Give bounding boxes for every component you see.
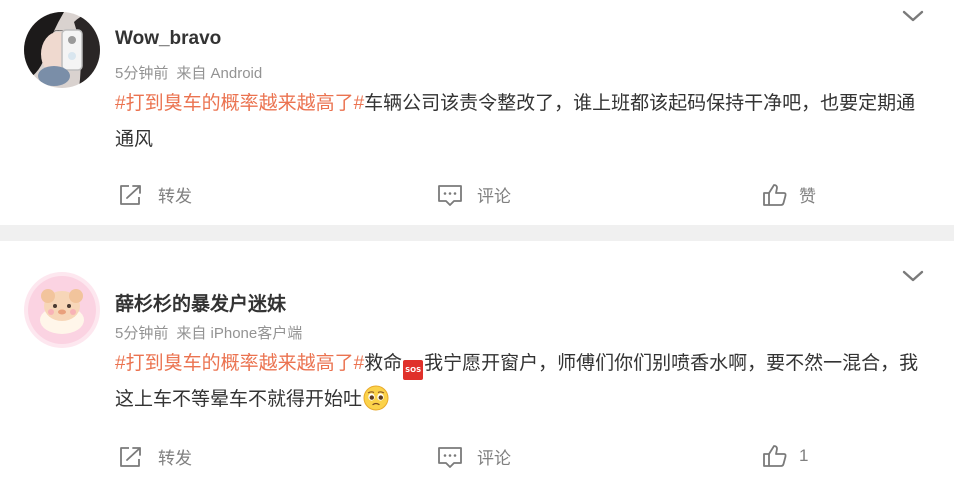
comment-label: 评论 (477, 187, 511, 206)
forward-button[interactable]: 转发 (118, 444, 192, 469)
forward-label: 转发 (158, 449, 192, 468)
post-time[interactable]: 5分钟前 (115, 325, 168, 342)
forward-icon (118, 445, 144, 469)
post-content: #打到臭车的概率越来越高了#救命 SOS 我宁愿开窗户，师傅们你们别喷香水啊，要不然… (115, 346, 925, 418)
comment-icon (437, 183, 463, 207)
forward-button[interactable]: 转发 (118, 182, 192, 207)
username[interactable]: Wow_bravo (115, 28, 221, 50)
comment-icon (437, 445, 463, 469)
like-button[interactable]: 赞 (762, 182, 816, 207)
chevron-down-icon[interactable] (902, 9, 924, 23)
post-time[interactable]: 5分钟前 (115, 65, 168, 82)
like-button[interactable]: 1 (762, 444, 808, 468)
thumbs-up-icon (762, 183, 788, 207)
like-label: 赞 (799, 187, 816, 206)
feed-post: 薛杉杉的暴发户迷妹 5分钟前 来自 iPhone客户端 #打到臭车的概率越来越高了… (0, 241, 954, 483)
pleading-face-icon (363, 385, 389, 411)
comment-button[interactable]: 评论 (437, 182, 511, 207)
avatar[interactable] (24, 12, 100, 88)
chevron-down-icon[interactable] (902, 269, 924, 283)
username[interactable]: 薛杉杉的暴发户迷妹 (115, 289, 286, 316)
post-meta: 5分钟前 来自 Android (115, 62, 262, 83)
comment-label: 评论 (477, 449, 511, 468)
feed-post: Wow_bravo 5分钟前 来自 Android #打到臭车的概率越来越高了#车… (0, 0, 954, 225)
comment-button[interactable]: 评论 (437, 444, 511, 469)
post-separator (0, 225, 954, 241)
avatar[interactable] (24, 272, 100, 348)
post-meta: 5分钟前 来自 iPhone客户端 (115, 322, 302, 343)
post-content: #打到臭车的概率越来越高了#车辆公司该责令整改了，谁上班都该起码保持干净吧，也要… (115, 86, 925, 158)
post-source: 来自 iPhone客户端 (176, 325, 303, 342)
forward-label: 转发 (158, 187, 192, 206)
post-source: 来自 Android (176, 65, 263, 82)
topic-link[interactable]: #打到臭车的概率越来越高了# (115, 353, 364, 374)
topic-link[interactable]: #打到臭车的概率越来越高了# (115, 93, 364, 114)
forward-icon (118, 183, 144, 207)
sos-icon: SOS (403, 360, 424, 380)
post-text: 救命 (364, 353, 403, 374)
thumbs-up-icon (762, 444, 788, 468)
like-count: 1 (799, 446, 809, 465)
